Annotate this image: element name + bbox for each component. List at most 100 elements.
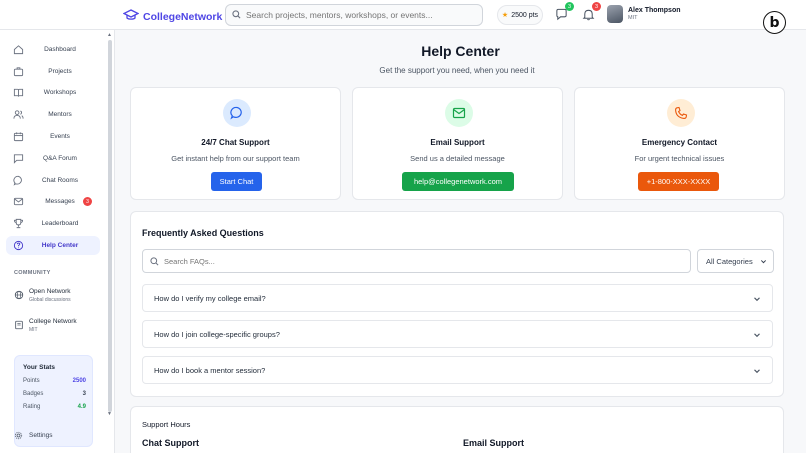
search-icon [150,256,159,265]
faq-search-input[interactable] [164,256,684,266]
sidebar-item-events[interactable]: Events [6,127,100,146]
mail-icon [445,99,473,127]
stat-row-badges: Badges 3 [23,391,86,397]
user-name: Alex Thompson [628,7,681,14]
sidebar-item-mentors[interactable]: Mentors [6,105,100,124]
stat-row-points: Points 2500 [23,378,86,384]
faq-item[interactable]: How do I book a mentor session? [142,356,773,384]
messages-count-badge: 3 [83,197,92,206]
chevron-down-icon [754,369,760,374]
sidebar-item-label: Dashboard [44,46,76,53]
faq-question: How do I book a mentor session? [154,365,266,375]
support-hours-panel: Support Hours Chat Support Email Support [130,406,784,453]
globe-icon [14,290,24,300]
start-chat-button[interactable]: Start Chat [211,172,262,191]
gear-icon [14,431,23,440]
user-menu[interactable]: Alex Thompson MIT [607,5,681,23]
star-icon: ★ [501,12,509,19]
sidebar-item-label: Leaderboard [41,220,79,227]
chat-count-badge: 3 [565,2,574,11]
card-title: Email Support [430,138,485,147]
chevron-down-icon [760,260,767,264]
sidebar-item-label: Events [50,133,70,140]
email-support-button[interactable]: help@collegenetwork.com [402,172,514,191]
card-description: For urgent technical issues [634,154,725,163]
sidebar-item-help-center[interactable]: Help Center [6,236,100,255]
stat-label: Rating [23,404,41,410]
sidebar-item-leaderboard[interactable]: Leaderboard [6,214,100,233]
chevron-down-icon [754,297,760,302]
sidebar-item-workshops[interactable]: Workshops [6,83,100,102]
sidebar-item-label: Mentors [48,111,72,118]
sidebar-item-label: Q&A Forum [43,155,77,162]
emergency-phone-button[interactable]: +1-800-XXX-XXXX [638,172,719,191]
emergency-contact-card: Emergency Contact For urgent technical i… [574,87,785,200]
faq-item[interactable]: How do I verify my college email? [142,284,773,312]
phone-icon [667,99,695,127]
notifications-button[interactable]: 3 [580,2,601,22]
stats-heading: Your Stats [23,364,56,371]
card-title: 24/7 Chat Support [201,138,270,147]
app-logo[interactable]: CollegeNetwork [122,8,223,26]
support-hours-heading: Support Hours [142,420,191,429]
stat-value: 4.9 [77,404,86,410]
page-title: Help Center [421,43,500,59]
stat-label: Badges [23,391,44,397]
email-support-hours-title: Email Support [463,438,525,448]
faq-heading: Frequently Asked Questions [142,228,264,238]
stat-value: 3 [82,391,86,397]
scroll-up-arrow[interactable]: ▲ [107,32,112,38]
building-icon [15,320,23,330]
sidebar-item-label: Chat Rooms [41,177,79,184]
sidebar-item-label: Messages [45,198,75,205]
scroll-down-arrow[interactable]: ▼ [107,411,112,417]
sidebar-item-label: Workshops [43,89,77,96]
chat-support-hours-title: Chat Support [142,438,199,448]
avatar [607,5,623,23]
user-org: MIT [628,15,638,21]
category-value: All Categories [706,256,753,266]
corner-brand-logo: b [763,11,786,34]
settings-link[interactable]: Settings [14,431,53,440]
points-pill[interactable]: ★ 2500 pts [497,5,543,25]
stat-label: Points [23,378,40,384]
community-subtitle: Global discussions [29,297,71,303]
chevron-down-icon [754,333,760,338]
global-search[interactable] [225,4,483,26]
card-description: Get instant help from our support team [171,154,300,163]
chat-bubble-icon [223,99,251,127]
global-search-input[interactable] [246,10,471,20]
sidebar-item-projects[interactable]: Projects [6,62,100,81]
stat-row-rating: Rating 4.9 [23,404,86,410]
sidebar-item-label: Help Center [41,242,79,249]
graduation-cap-icon [122,8,140,26]
sidebar-scrollbar[interactable] [108,40,112,412]
points-value: 2500 pts [511,11,539,19]
card-description: Send us a detailed message [410,154,505,163]
sidebar: Dashboard Projects Workshops Mentors Eve… [0,30,115,453]
stat-value: 2500 [72,378,86,384]
sidebar-item-dashboard[interactable]: Dashboard [6,40,100,59]
community-title: College Network [29,318,77,325]
search-icon [232,6,241,24]
sidebar-item-chat-rooms[interactable]: Chat Rooms [6,171,100,190]
chat-support-card: 24/7 Chat Support Get instant help from … [130,87,341,200]
app-name: CollegeNetwork [143,11,223,23]
faq-item[interactable]: How do I join college-specific groups? [142,320,773,348]
sidebar-item-messages[interactable]: Messages 3 [6,192,100,211]
faq-search[interactable] [142,249,691,273]
page-subtitle: Get the support you need, when you need … [379,66,535,75]
email-support-card: Email Support Send us a detailed message… [352,87,563,200]
settings-label: Settings [29,432,53,439]
faq-question: How do I join college-specific groups? [154,329,280,339]
community-title: Open Network [29,288,71,295]
chat-button[interactable]: 3 [553,2,574,22]
faq-question: How do I verify my college email? [154,293,266,303]
sidebar-item-qa-forum[interactable]: Q&A Forum [6,149,100,168]
top-bar: CollegeNetwork ★ 2500 pts 3 3 Alex Thomp… [0,0,806,30]
community-subtitle: MIT [29,327,38,333]
category-select[interactable]: All Categories [697,249,774,273]
sidebar-item-label: Projects [48,68,72,75]
faq-panel: Frequently Asked Questions All Categorie… [130,211,784,397]
card-title: Emergency Contact [641,138,718,147]
